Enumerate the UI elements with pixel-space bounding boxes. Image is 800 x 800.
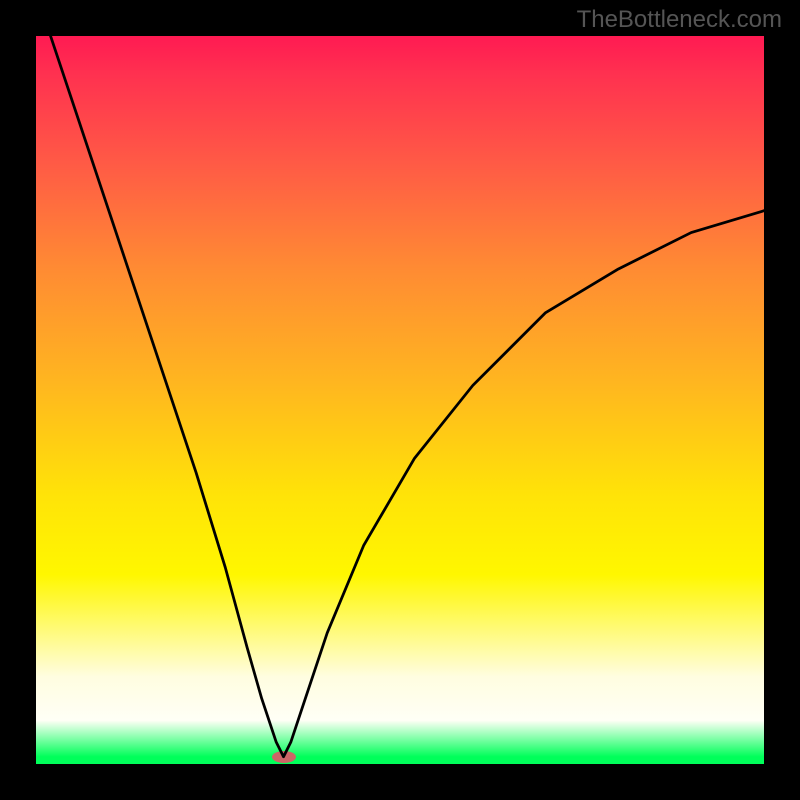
plot-area [36, 36, 764, 764]
watermark-text: TheBottleneck.com [577, 6, 782, 34]
curve-svg [36, 36, 764, 764]
bottleneck-curve [51, 36, 764, 757]
chart-container: TheBottleneck.com [0, 0, 800, 800]
